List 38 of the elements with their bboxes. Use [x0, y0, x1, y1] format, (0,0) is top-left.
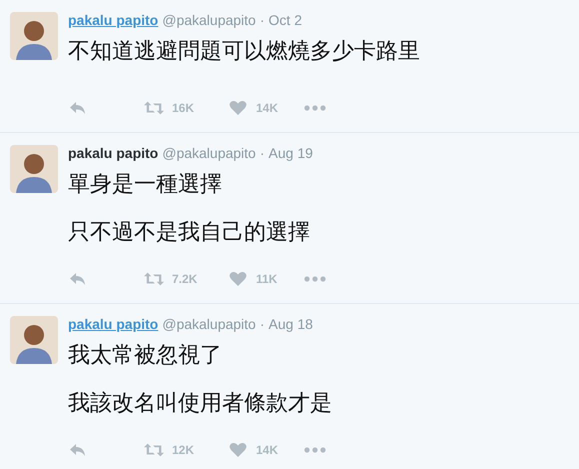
- reply-icon[interactable]: [68, 271, 88, 287]
- user-handle: @pakalupapito: [162, 12, 256, 28]
- retweet-count: 12K: [172, 443, 194, 457]
- tweet-date[interactable]: Aug 19: [268, 145, 313, 161]
- heart-icon[interactable]: [228, 442, 248, 458]
- user-handle: @pakalupapito: [162, 145, 256, 161]
- retweet-count: 7.2K: [172, 272, 198, 286]
- user-name-link[interactable]: pakalu papito: [68, 145, 158, 161]
- separator: ·: [260, 12, 265, 28]
- user-name-link[interactable]: pakalu papito: [68, 12, 158, 28]
- more-icon[interactable]: [304, 447, 326, 453]
- like-count: 11K: [256, 272, 278, 286]
- reply-icon[interactable]: [68, 442, 88, 458]
- reply-icon[interactable]: [68, 100, 88, 116]
- tweet-text: 我太常被忽視了: [68, 342, 223, 370]
- retweet-icon[interactable]: [144, 442, 164, 458]
- heart-icon[interactable]: [228, 100, 248, 116]
- like-count: 14K: [256, 101, 278, 115]
- avatar-icon[interactable]: [10, 145, 58, 193]
- avatar-icon[interactable]: [10, 316, 58, 364]
- tweet-text: 我該改名叫使用者條款才是: [68, 390, 333, 418]
- like-count: 14K: [256, 443, 278, 457]
- separator: ·: [260, 145, 265, 161]
- tweet-text: 只不過不是我自己的選擇: [68, 219, 311, 247]
- tweet-date[interactable]: Oct 2: [268, 12, 302, 28]
- more-icon[interactable]: [304, 276, 326, 282]
- heart-icon[interactable]: [228, 271, 248, 287]
- separator: ·: [260, 316, 265, 332]
- tweet-date[interactable]: Aug 18: [268, 316, 313, 332]
- avatar-icon[interactable]: [10, 12, 58, 60]
- retweet-icon[interactable]: [144, 271, 164, 287]
- tweet-text: 不知道逃避問題可以燃燒多少卡路里: [68, 38, 421, 66]
- more-icon[interactable]: [304, 105, 326, 111]
- retweet-count: 16K: [172, 101, 194, 115]
- retweet-icon[interactable]: [144, 100, 164, 116]
- tweet-text: 單身是一種選擇: [68, 171, 223, 199]
- user-handle: @pakalupapito: [162, 316, 256, 332]
- user-name-link[interactable]: pakalu papito: [68, 316, 158, 332]
